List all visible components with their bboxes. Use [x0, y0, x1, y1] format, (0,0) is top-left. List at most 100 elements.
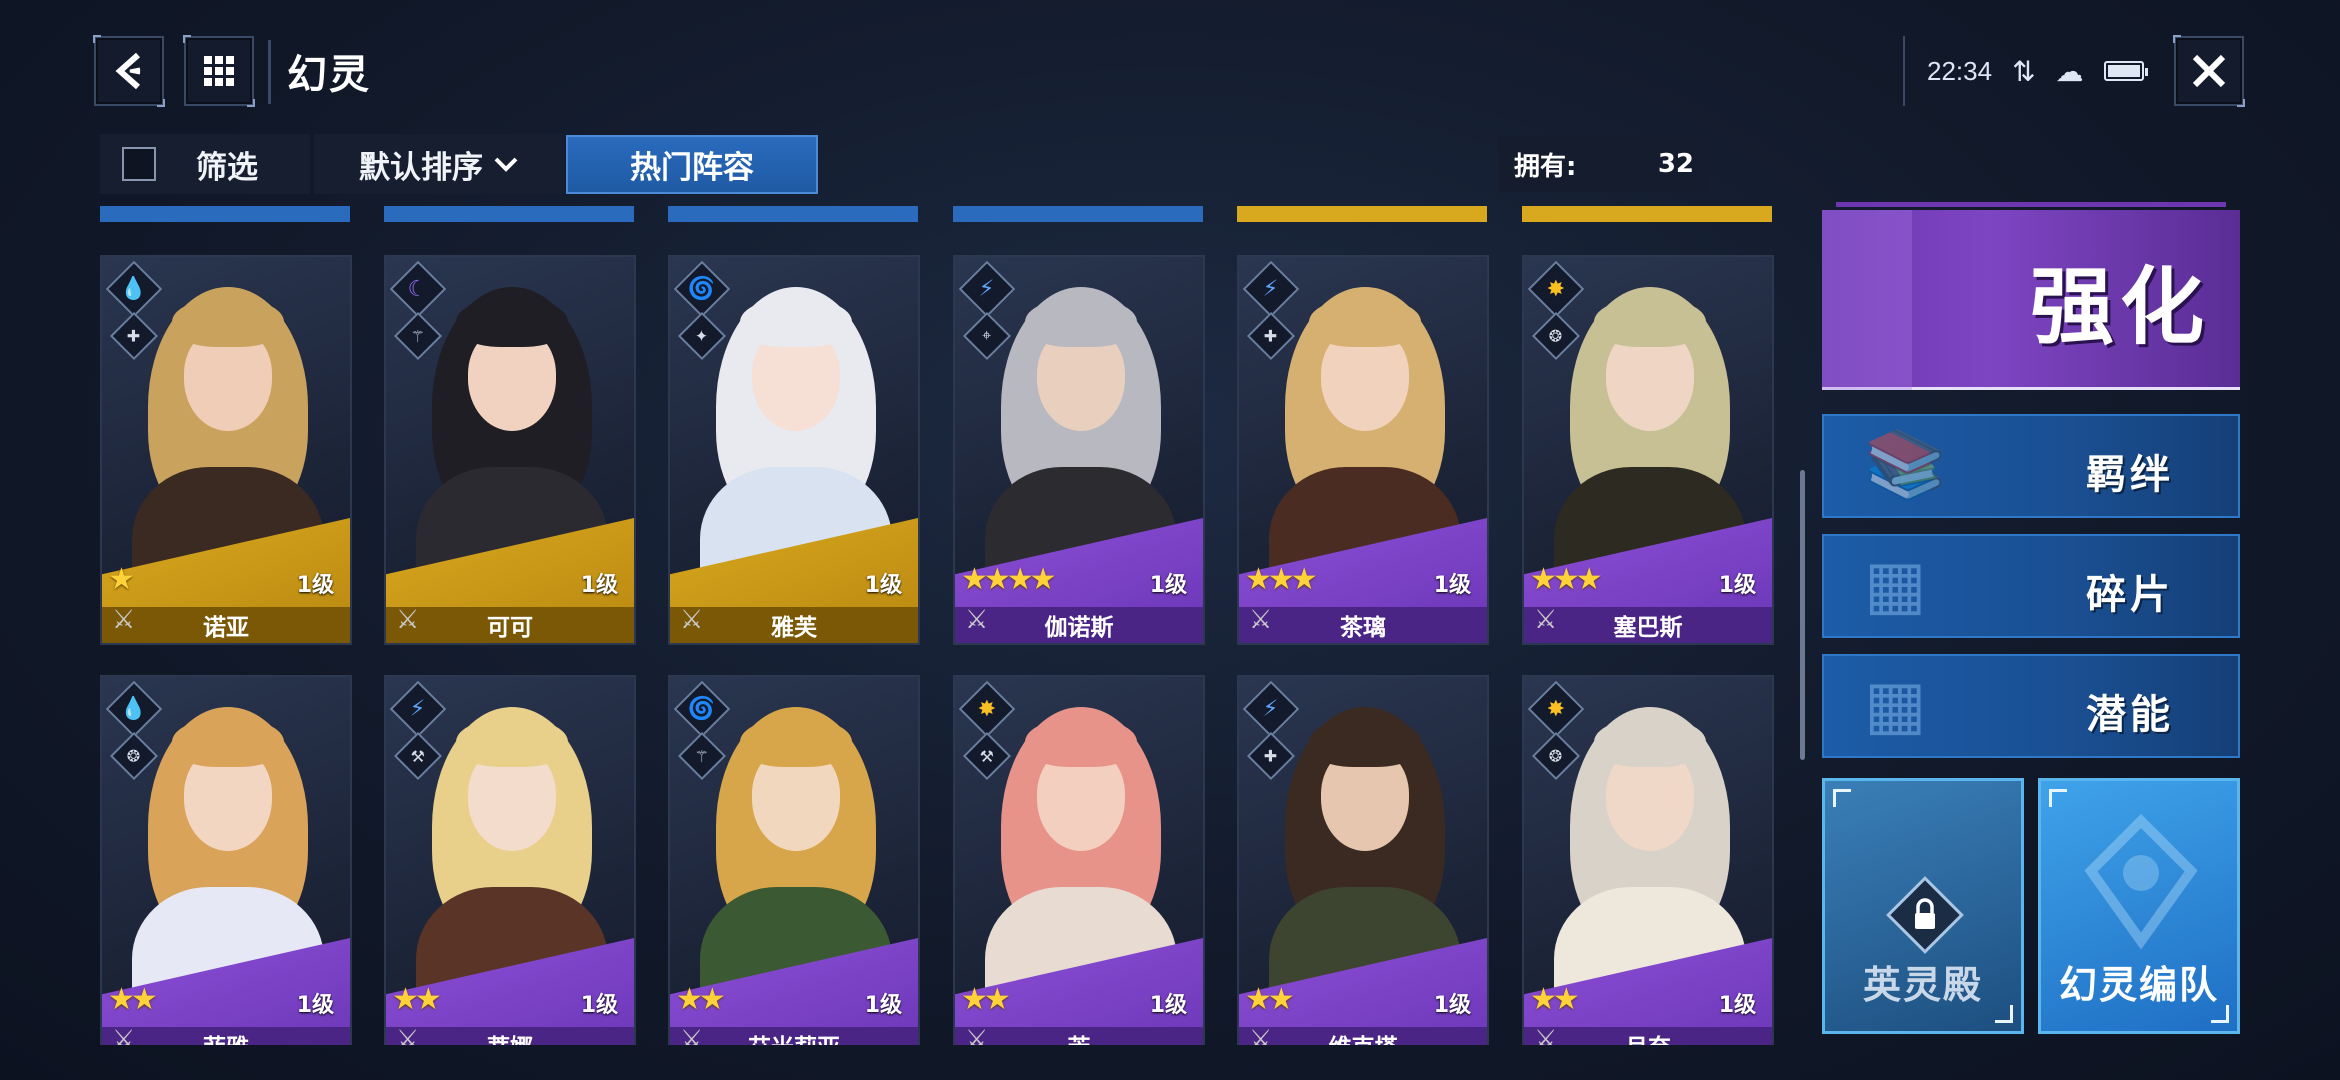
lock-icon — [1886, 876, 1964, 954]
card-emblem: ⚡ ⚒ — [389, 680, 447, 781]
weapon-icon: ⚔ — [680, 1025, 704, 1045]
sort-label: 默认排序 — [359, 149, 483, 186]
character-card[interactable]: ✸ ❂ ★★ 1级 月奈 ⚔ — [1522, 675, 1774, 1045]
weather-icon: ☁ — [2055, 55, 2084, 87]
owned-label: 拥有: — [1514, 151, 1577, 182]
card-name: 芳 — [1068, 1028, 1091, 1045]
card-emblem: 💧 ✚ — [105, 260, 163, 361]
element-wind-icon: 🌀 — [673, 260, 731, 318]
star-rating: ★★★ — [1245, 562, 1318, 597]
role-icon: ⌖ — [962, 311, 1012, 361]
potential-button[interactable]: ▦ 潜能 — [1822, 654, 2240, 758]
card-emblem: ⚡ ✚ — [1242, 260, 1300, 361]
card-top-edge — [100, 206, 350, 222]
books-icon: 📚 — [1864, 426, 1947, 503]
page-title: 幻灵 — [287, 52, 371, 98]
character-card[interactable]: 🌀 ⚚ ★★ 1级 艾米莉亚 ⚔ — [668, 675, 920, 1045]
element-water-icon: 💧 — [105, 260, 163, 318]
weapon-icon: ⚔ — [965, 1025, 989, 1045]
card-level: 1级 — [296, 573, 334, 598]
scrollbar[interactable] — [1800, 470, 1805, 760]
character-grid: 💧 ✚ ★ 1级 诺亚 ⚔ ☾ ⚚ 1级 可可 ⚔ 🌀 ✦ 1级 雅芙 ⚔ ⚡ … — [100, 200, 1800, 1045]
battery-icon — [2103, 61, 2148, 81]
element-thunder-icon: ⚡ — [1242, 260, 1300, 318]
weapon-icon: ⚔ — [680, 605, 704, 635]
character-card[interactable]: ⚡ ⌖ ★★★★ 1级 伽诺斯 ⚔ — [953, 255, 1205, 645]
hot-lineup-label: 热门阵容 — [630, 150, 754, 186]
card-level: 1级 — [864, 993, 902, 1018]
card-level: 1级 — [1433, 573, 1471, 598]
star-rating: ★★ — [1245, 982, 1295, 1017]
filter-checkbox[interactable] — [122, 147, 156, 181]
card-name: 菲雅 — [203, 1028, 249, 1045]
menu-button[interactable] — [183, 35, 255, 107]
card-level: 1级 — [864, 573, 902, 598]
filter-label: 筛选 — [196, 149, 258, 186]
character-card[interactable]: ⚡ ⚒ ★★ 1级 蒂娜 ⚔ — [384, 675, 636, 1045]
character-card[interactable]: 💧 ❂ ★★ 1级 菲雅 ⚔ — [100, 675, 352, 1045]
card-emblem: 🌀 ✦ — [673, 260, 731, 361]
star-rating: ★★ — [676, 982, 726, 1017]
team-label: 幻灵编队 — [2058, 963, 2219, 1007]
close-icon — [2192, 54, 2226, 88]
boxes-icon: ▦ — [1864, 666, 1927, 743]
hot-lineup-button[interactable]: 热门阵容 — [566, 135, 818, 194]
bond-button[interactable]: 📚 羁绊 — [1822, 414, 2240, 518]
card-name: 塞巴斯 — [1613, 615, 1683, 641]
corner-mark — [1833, 789, 1851, 807]
role-icon: ✚ — [1246, 731, 1296, 781]
card-level: 1级 — [1718, 993, 1756, 1018]
character-card[interactable]: ✸ ❂ ★★★ 1级 塞巴斯 ⚔ — [1522, 255, 1774, 645]
chevron-down-icon — [494, 157, 518, 172]
star-rating: ★★★ — [1530, 562, 1603, 597]
hero-hall-button[interactable]: 英灵殿 — [1822, 778, 2024, 1034]
weapon-icon: ⚔ — [1534, 605, 1558, 635]
status-bar: 22:34 ⇅ ☁ — [1903, 36, 2193, 106]
weapon-icon: ⚔ — [112, 1025, 136, 1045]
card-emblem: 💧 ❂ — [105, 680, 163, 781]
weapon-icon: ⚔ — [1249, 605, 1273, 635]
card-name: 艾米莉亚 — [748, 1028, 840, 1045]
card-top-edge — [953, 206, 1203, 222]
data-transfer-icon: ⇅ — [2012, 55, 2036, 87]
corner-mark — [2049, 789, 2067, 807]
card-emblem: ✸ ⚒ — [958, 680, 1016, 781]
hero-hall-label: 英灵殿 — [1862, 963, 1983, 1007]
role-icon: ❂ — [1531, 731, 1581, 781]
character-card[interactable]: 💧 ✚ ★ 1级 诺亚 ⚔ — [100, 255, 352, 645]
back-button[interactable] — [93, 35, 165, 107]
filter-toggle[interactable]: 筛选 — [100, 134, 310, 194]
role-icon: ⚚ — [677, 731, 727, 781]
character-card[interactable]: ⚡ ✚ ★★★ 1级 茶璃 ⚔ — [1237, 255, 1489, 645]
card-top-edge — [1237, 206, 1487, 222]
element-light-icon: ✸ — [1527, 680, 1585, 738]
weapon-icon: ⚔ — [112, 605, 136, 635]
star-rating: ★ — [108, 562, 135, 597]
role-icon: ⚒ — [393, 731, 443, 781]
role-icon: ❂ — [109, 731, 159, 781]
role-icon: ✚ — [1246, 311, 1296, 361]
character-card[interactable]: ⚡ ✚ ★★ 1级 维克塔 ⚔ — [1237, 675, 1489, 1045]
team-button[interactable]: 幻灵编队 — [2038, 778, 2240, 1034]
card-level: 1级 — [296, 993, 334, 1018]
card-name: 雅芙 — [771, 615, 817, 641]
card-name: 茶璃 — [1340, 615, 1386, 641]
character-card[interactable]: ☾ ⚚ 1级 可可 ⚔ — [384, 255, 636, 645]
enhance-button[interactable]: 强化 — [1822, 202, 2240, 390]
card-name: 维克塔 — [1329, 1028, 1398, 1045]
card-top-edge — [668, 206, 918, 222]
element-water-icon: 💧 — [105, 680, 163, 738]
sort-dropdown[interactable]: 默认排序 — [314, 134, 564, 194]
star-rating: ★★ — [108, 982, 158, 1017]
weapon-icon: ⚔ — [396, 605, 420, 635]
card-emblem: ⚡ ✚ — [1242, 680, 1300, 781]
element-moon-icon: ☾ — [389, 260, 447, 318]
card-level: 1级 — [1149, 573, 1187, 598]
card-emblem: ☾ ⚚ — [389, 260, 447, 361]
fragment-button[interactable]: ▦ 碎片 — [1822, 534, 2240, 638]
character-card[interactable]: 🌀 ✦ 1级 雅芙 ⚔ — [668, 255, 920, 645]
character-card[interactable]: ✸ ⚒ ★★ 1级 芳 ⚔ — [953, 675, 1205, 1045]
close-button[interactable] — [2173, 35, 2245, 107]
card-name: 蒂娜 — [487, 1028, 533, 1045]
bond-label: 羁绊 — [2086, 452, 2174, 498]
